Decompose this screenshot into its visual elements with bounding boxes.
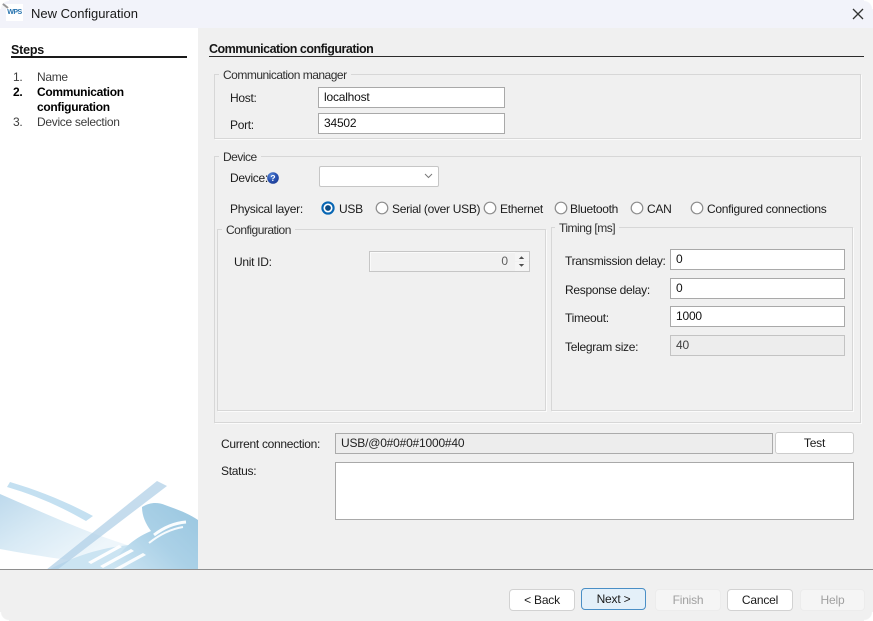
svg-text:?: ? (270, 173, 275, 183)
